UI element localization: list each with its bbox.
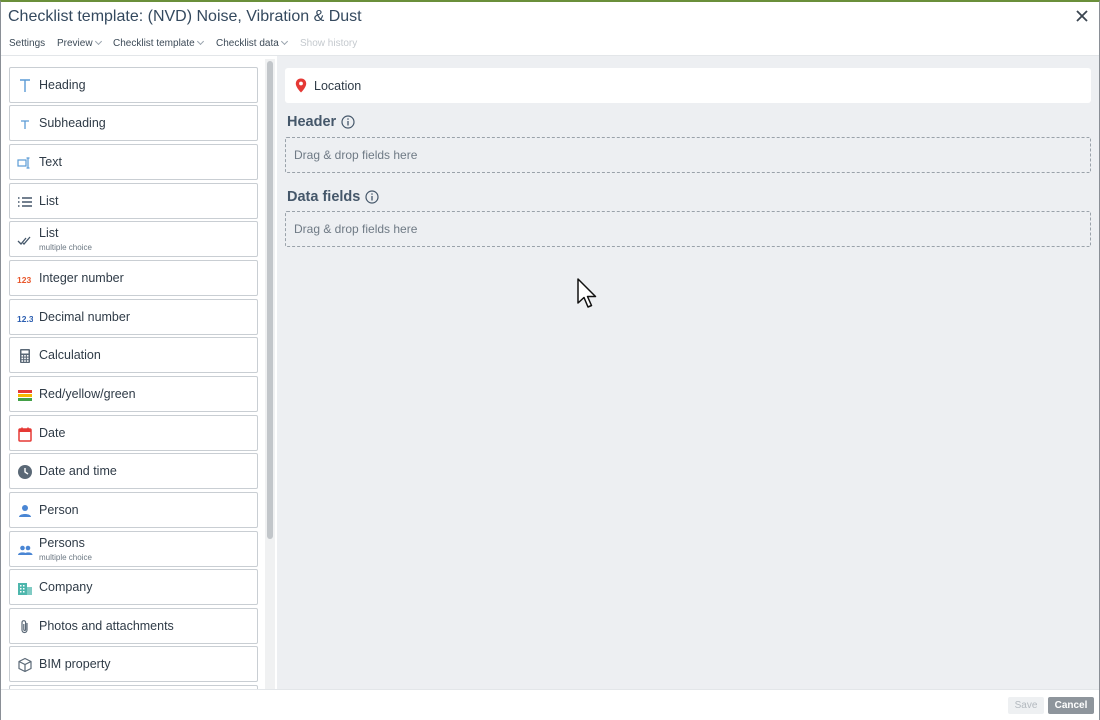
field-list[interactable]: List bbox=[9, 183, 258, 219]
clock-icon bbox=[18, 465, 32, 479]
field-label: Person bbox=[39, 503, 79, 517]
menu-checklist-data[interactable]: Checklist data bbox=[216, 37, 288, 49]
field-label: Photos and attachments bbox=[39, 619, 174, 633]
field-list-multiple[interactable]: List multiple choice bbox=[9, 221, 258, 257]
info-icon[interactable] bbox=[365, 190, 379, 204]
data-fields-section-title: Data fields bbox=[287, 189, 361, 205]
field-date[interactable]: Date bbox=[9, 415, 258, 451]
save-button[interactable]: Save bbox=[1008, 697, 1044, 714]
subheading-icon bbox=[21, 120, 29, 129]
location-label: Location bbox=[314, 79, 362, 93]
menu-show-history: Show history bbox=[300, 38, 357, 49]
field-sublabel: multiple choice bbox=[39, 243, 92, 252]
traffic-light-icon bbox=[18, 390, 32, 401]
info-icon[interactable] bbox=[341, 115, 355, 129]
field-decimal-number[interactable]: 12.3 Decimal number bbox=[9, 299, 258, 335]
field-red-yellow-green[interactable]: Red/yellow/green bbox=[9, 376, 258, 412]
menu-preview[interactable]: Preview bbox=[57, 37, 102, 49]
decimal-icon: 12.3 bbox=[17, 314, 33, 324]
dialog-footer: Save Cancel bbox=[1, 689, 1099, 720]
field-integer-number[interactable]: 123 Integer number bbox=[9, 260, 258, 296]
header-dropzone-text: Drag & drop fields here bbox=[294, 148, 418, 162]
calendar-icon bbox=[18, 427, 32, 442]
menu-settings-label: Settings bbox=[9, 38, 46, 49]
data-fields-dropzone[interactable]: Drag & drop fields here bbox=[285, 211, 1091, 247]
cancel-button[interactable]: Cancel bbox=[1048, 697, 1094, 714]
menu-settings[interactable]: Settings bbox=[9, 38, 45, 49]
palette-scrollbar-thumb[interactable] bbox=[267, 61, 273, 539]
title-bar: Checklist template: (NVD) Noise, Vibrati… bbox=[1, 2, 1099, 34]
field-person[interactable]: Person bbox=[9, 492, 258, 528]
menu-bar: Settings Preview Checklist template Chec… bbox=[1, 34, 1099, 54]
multi-check-icon bbox=[17, 236, 31, 245]
field-label: Date and time bbox=[39, 464, 117, 478]
chevron-down-icon bbox=[94, 37, 102, 46]
template-canvas: Location Header Drag & drop fields here … bbox=[277, 55, 1099, 689]
dialog-title: Checklist template: (NVD) Noise, Vibrati… bbox=[8, 8, 362, 25]
field-label: Text bbox=[39, 155, 62, 169]
location-pin-icon bbox=[295, 78, 307, 93]
field-label: List bbox=[39, 226, 59, 240]
field-bim-property[interactable]: BIM property bbox=[9, 646, 258, 682]
person-icon bbox=[19, 505, 31, 517]
close-icon bbox=[1076, 10, 1088, 22]
data-fields-dropzone-text: Drag & drop fields here bbox=[294, 222, 418, 236]
calculator-icon bbox=[20, 349, 30, 363]
field-text[interactable]: Text bbox=[9, 144, 258, 180]
mouse-pointer-icon bbox=[577, 278, 597, 308]
persons-icon bbox=[18, 545, 33, 555]
field-photos-attachments[interactable]: Photos and attachments bbox=[9, 608, 258, 644]
svg-text:123: 123 bbox=[17, 275, 31, 285]
field-sublabel: multiple choice bbox=[39, 553, 92, 562]
svg-text:12.3: 12.3 bbox=[17, 314, 33, 324]
field-label: Calculation bbox=[39, 348, 101, 362]
field-persons[interactable]: Persons multiple choice bbox=[9, 531, 258, 567]
header-dropzone[interactable]: Drag & drop fields here bbox=[285, 137, 1091, 173]
field-date-and-time[interactable]: Date and time bbox=[9, 453, 258, 489]
field-label: Heading bbox=[39, 78, 86, 92]
field-label: Persons bbox=[39, 536, 85, 550]
field-label: List bbox=[39, 194, 59, 208]
field-heading[interactable]: Heading bbox=[9, 67, 258, 103]
menu-checklist-template[interactable]: Checklist template bbox=[113, 37, 204, 49]
paperclip-icon bbox=[21, 620, 28, 634]
field-calculation[interactable]: Calculation bbox=[9, 337, 258, 373]
cube-icon bbox=[18, 657, 32, 673]
field-company[interactable]: Company bbox=[9, 569, 258, 605]
field-label: Company bbox=[39, 580, 93, 594]
field-label: Red/yellow/green bbox=[39, 387, 136, 401]
field-subheading[interactable]: Subheading bbox=[9, 105, 258, 141]
menu-show-history-label: Show history bbox=[300, 38, 358, 49]
field-label: Integer number bbox=[39, 271, 124, 285]
field-label: Subheading bbox=[39, 116, 106, 130]
field-label: Decimal number bbox=[39, 310, 131, 324]
chevron-down-icon bbox=[280, 37, 288, 46]
location-field[interactable]: Location bbox=[285, 68, 1091, 103]
menu-checklist-template-label: Checklist template bbox=[113, 38, 195, 49]
close-button[interactable] bbox=[1073, 7, 1091, 25]
menu-preview-label: Preview bbox=[57, 38, 93, 49]
heading-icon bbox=[20, 79, 30, 92]
list-icon bbox=[18, 197, 32, 207]
integer-icon: 123 bbox=[17, 275, 31, 285]
company-icon bbox=[18, 583, 32, 595]
field-palette: Heading Subheading Text List List multip… bbox=[1, 55, 277, 689]
menu-checklist-data-label: Checklist data bbox=[216, 38, 279, 49]
field-label: Date bbox=[39, 426, 66, 440]
header-section-title: Header bbox=[287, 114, 337, 130]
field-label: BIM property bbox=[39, 657, 111, 671]
chevron-down-icon bbox=[196, 37, 204, 46]
checklist-template-dialog: Checklist template: (NVD) Noise, Vibrati… bbox=[0, 0, 1100, 720]
text-field-icon bbox=[17, 157, 30, 169]
